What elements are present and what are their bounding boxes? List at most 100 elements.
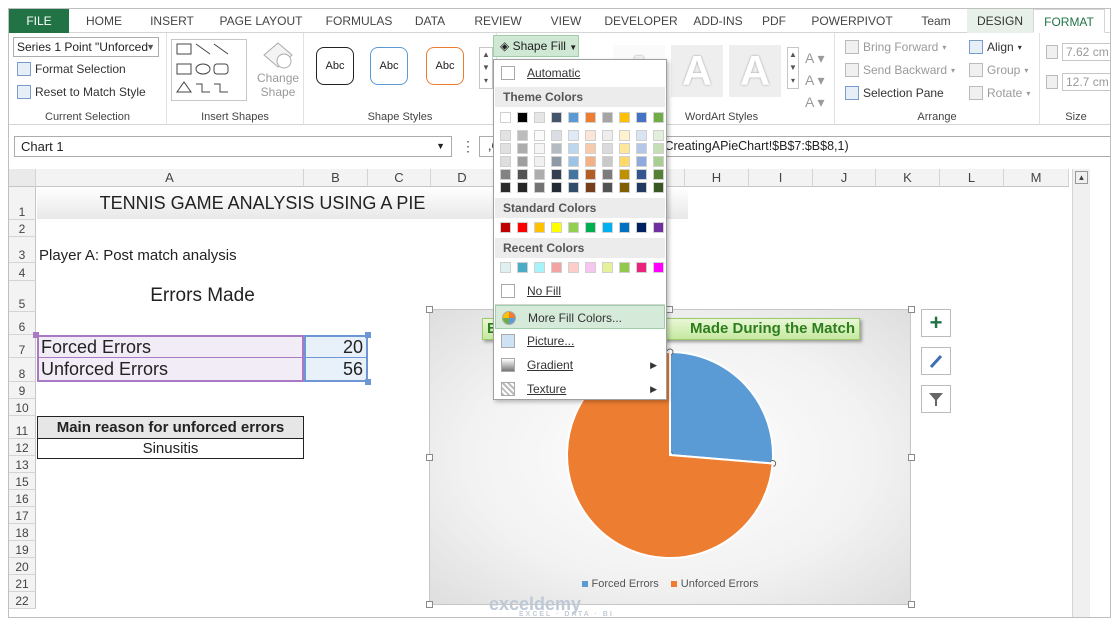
- range-handle[interactable]: [33, 332, 39, 338]
- row-header[interactable]: 3: [9, 237, 36, 263]
- tab-developer[interactable]: DEVELOPER: [595, 9, 687, 33]
- gradient-option[interactable]: Gradient ▶: [495, 353, 665, 377]
- recent-color-swatch[interactable]: [602, 262, 613, 273]
- select-all-corner[interactable]: [9, 169, 36, 187]
- theme-color-shade-swatch[interactable]: [500, 156, 511, 167]
- recent-color-swatch[interactable]: [568, 262, 579, 273]
- send-backward-button[interactable]: Send Backward ▾: [845, 63, 955, 77]
- row-header[interactable]: 20: [9, 558, 36, 575]
- recent-color-swatch[interactable]: [517, 262, 528, 273]
- tab-home[interactable]: HOME: [69, 9, 139, 33]
- chart-elements-button[interactable]: +: [921, 309, 951, 337]
- range-handle[interactable]: [365, 379, 371, 385]
- unforced-errors-value-cell[interactable]: 56: [304, 358, 368, 382]
- row-header[interactable]: 21: [9, 575, 36, 592]
- theme-color-shade-swatch[interactable]: [551, 130, 562, 141]
- row-header[interactable]: 10: [9, 399, 36, 416]
- align-button[interactable]: Align ▾: [969, 40, 1022, 54]
- theme-color-swatch[interactable]: [636, 112, 647, 123]
- theme-color-shade-swatch[interactable]: [619, 143, 630, 154]
- standard-color-swatch[interactable]: [653, 222, 664, 233]
- theme-color-shade-swatch[interactable]: [568, 182, 579, 193]
- theme-color-shade-swatch[interactable]: [653, 156, 664, 167]
- tab-add-ins[interactable]: ADD-INS: [687, 9, 749, 33]
- column-header-b[interactable]: B: [304, 169, 368, 187]
- tab-file[interactable]: FILE: [9, 9, 69, 33]
- standard-color-swatch[interactable]: [500, 222, 511, 233]
- theme-color-shade-swatch[interactable]: [568, 143, 579, 154]
- theme-color-shade-swatch[interactable]: [534, 169, 545, 180]
- theme-color-shade-swatch[interactable]: [517, 169, 528, 180]
- row-header[interactable]: 19: [9, 541, 36, 558]
- format-selection-button[interactable]: Format Selection: [17, 62, 126, 76]
- theme-color-shade-swatch[interactable]: [500, 130, 511, 141]
- chart-filters-button[interactable]: [921, 385, 951, 413]
- tab-formulas[interactable]: FORMULAS: [317, 9, 401, 33]
- range-handle[interactable]: [365, 332, 371, 338]
- theme-color-shade-swatch[interactable]: [602, 156, 613, 167]
- wordart-scroll[interactable]: ▲ ▼ ▾: [787, 47, 799, 89]
- recent-color-swatch[interactable]: [619, 262, 630, 273]
- theme-color-shade-swatch[interactable]: [619, 156, 630, 167]
- theme-color-swatch[interactable]: [585, 112, 596, 123]
- wordart-style-3[interactable]: A: [729, 45, 781, 97]
- chart-styles-button[interactable]: [921, 347, 951, 375]
- theme-color-shade-swatch[interactable]: [568, 169, 579, 180]
- theme-color-swatch[interactable]: [568, 112, 579, 123]
- theme-color-shade-swatch[interactable]: [636, 143, 647, 154]
- chart-resize-handle[interactable]: [426, 454, 433, 461]
- tab-review[interactable]: REVIEW: [459, 9, 537, 33]
- theme-color-shade-swatch[interactable]: [585, 130, 596, 141]
- theme-color-shade-swatch[interactable]: [568, 130, 579, 141]
- more-fill-colors-option[interactable]: More Fill Colors...: [495, 305, 665, 329]
- standard-color-swatch[interactable]: [619, 222, 630, 233]
- column-header-c[interactable]: C: [368, 169, 431, 187]
- forced-errors-value-cell[interactable]: 20: [304, 335, 368, 358]
- tab-view[interactable]: VIEW: [537, 9, 595, 33]
- row-header[interactable]: 15: [9, 473, 36, 490]
- column-header-i[interactable]: I: [749, 169, 813, 187]
- row-header[interactable]: 4: [9, 263, 36, 281]
- chart-resize-handle[interactable]: [908, 601, 915, 608]
- change-shape-button[interactable]: Change Shape: [257, 41, 299, 99]
- texture-option[interactable]: Texture ▶: [495, 377, 665, 401]
- theme-color-shade-swatch[interactable]: [619, 169, 630, 180]
- column-header-l[interactable]: L: [940, 169, 1004, 187]
- theme-color-shade-swatch[interactable]: [653, 169, 664, 180]
- theme-color-shade-swatch[interactable]: [551, 169, 562, 180]
- tab-pdf[interactable]: PDF: [749, 9, 799, 33]
- theme-color-shade-swatch[interactable]: [636, 169, 647, 180]
- recent-color-swatch[interactable]: [636, 262, 647, 273]
- chart-resize-handle[interactable]: [426, 306, 433, 313]
- theme-color-shade-swatch[interactable]: [585, 169, 596, 180]
- errors-made-cell[interactable]: Errors Made: [37, 283, 368, 309]
- row-header[interactable]: 16: [9, 490, 36, 507]
- row-header[interactable]: 18: [9, 524, 36, 541]
- theme-color-shade-swatch[interactable]: [636, 130, 647, 141]
- standard-color-swatch[interactable]: [568, 222, 579, 233]
- theme-color-shade-swatch[interactable]: [500, 169, 511, 180]
- theme-color-swatch[interactable]: [534, 112, 545, 123]
- theme-color-shade-swatch[interactable]: [517, 182, 528, 193]
- chart-resize-handle[interactable]: [426, 601, 433, 608]
- row-header[interactable]: 12: [9, 439, 36, 456]
- reset-to-match-style-button[interactable]: Reset to Match Style: [17, 85, 146, 99]
- row-header[interactable]: 1: [9, 187, 36, 220]
- theme-color-shade-swatch[interactable]: [602, 143, 613, 154]
- shape-style-1[interactable]: Abc: [316, 47, 354, 85]
- theme-color-swatch[interactable]: [551, 112, 562, 123]
- theme-color-shade-swatch[interactable]: [517, 143, 528, 154]
- theme-color-shade-swatch[interactable]: [602, 182, 613, 193]
- forced-errors-label-cell[interactable]: Forced Errors: [37, 335, 304, 358]
- row-header[interactable]: 5: [9, 281, 36, 312]
- standard-color-swatch[interactable]: [602, 222, 613, 233]
- theme-color-shade-swatch[interactable]: [551, 143, 562, 154]
- standard-color-swatch[interactable]: [636, 222, 647, 233]
- theme-color-shade-swatch[interactable]: [619, 182, 630, 193]
- chart-legend[interactable]: Forced Errors Unforced Errors: [430, 578, 910, 590]
- wordart-style-2[interactable]: A: [671, 45, 723, 97]
- theme-color-shade-swatch[interactable]: [534, 143, 545, 154]
- theme-color-shade-swatch[interactable]: [500, 143, 511, 154]
- column-header-k[interactable]: K: [876, 169, 940, 187]
- reason-header-cell[interactable]: Main reason for unforced errors: [37, 416, 304, 439]
